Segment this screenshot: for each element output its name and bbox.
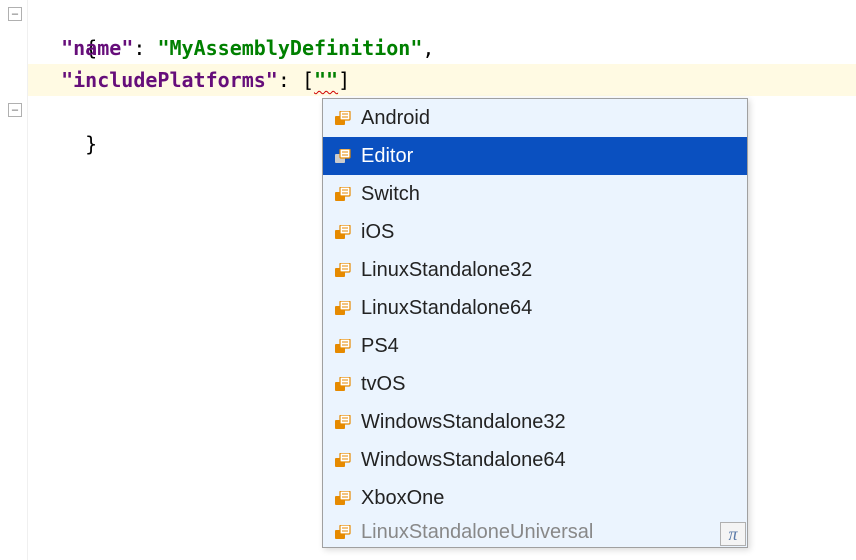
editor-gutter: − − <box>0 0 28 560</box>
completion-label: XboxOne <box>361 479 444 517</box>
completion-label: WindowsStandalone64 <box>361 441 566 479</box>
enum-icon <box>335 491 355 505</box>
pi-settings-badge[interactable]: π <box>720 522 746 546</box>
completion-popup: Android Editor Switch iOS LinuxStandalon… <box>322 98 748 548</box>
completion-item[interactable]: XboxOne <box>323 479 747 517</box>
completion-item[interactable]: Switch <box>323 175 747 213</box>
enum-icon <box>335 377 355 391</box>
completion-item[interactable]: Editor <box>323 137 747 175</box>
enum-icon <box>335 187 355 201</box>
enum-icon <box>335 225 355 239</box>
completion-label: Android <box>361 99 430 137</box>
completion-item[interactable]: Android <box>323 99 747 137</box>
completion-item[interactable]: WindowsStandalone64 <box>323 441 747 479</box>
completion-label: LinuxStandaloneUniversal <box>361 517 593 547</box>
enum-icon <box>335 111 355 125</box>
fold-marker-close[interactable]: − <box>8 103 22 117</box>
fold-marker-open[interactable]: − <box>8 7 22 21</box>
completion-item[interactable]: WindowsStandalone32 <box>323 403 747 441</box>
enum-icon <box>335 517 355 539</box>
code-line: "includePlatforms": [""] <box>34 64 856 96</box>
cursor-string[interactable]: "" <box>314 68 338 92</box>
completion-item[interactable]: iOS <box>323 213 747 251</box>
enum-icon <box>335 263 355 277</box>
enum-icon <box>335 301 355 315</box>
json-key-includeplatforms: includePlatforms <box>73 68 266 92</box>
completion-item[interactable]: LinuxStandalone32 <box>323 251 747 289</box>
completion-item[interactable]: PS4 <box>323 327 747 365</box>
completion-label: iOS <box>361 213 394 251</box>
enum-icon <box>335 415 355 429</box>
completion-label: WindowsStandalone32 <box>361 403 566 441</box>
completion-label: tvOS <box>361 365 405 403</box>
completion-label: Editor <box>361 137 413 175</box>
json-key-name: name <box>73 36 121 60</box>
code-line: { <box>34 0 856 32</box>
completion-label: PS4 <box>361 327 399 365</box>
json-value-name: "MyAssemblyDefinition" <box>157 36 422 60</box>
code-line: "name": "MyAssemblyDefinition", <box>34 32 856 64</box>
enum-icon <box>335 149 355 163</box>
enum-icon <box>335 339 355 353</box>
enum-icon <box>335 453 355 467</box>
completion-label: Switch <box>361 175 420 213</box>
completion-label: LinuxStandalone64 <box>361 289 532 327</box>
completion-item[interactable]: LinuxStandalone64 <box>323 289 747 327</box>
brace-close: } <box>85 132 97 156</box>
completion-item-truncated[interactable]: LinuxStandaloneUniversal <box>323 517 747 547</box>
completion-item[interactable]: tvOS <box>323 365 747 403</box>
completion-label: LinuxStandalone32 <box>361 251 532 289</box>
